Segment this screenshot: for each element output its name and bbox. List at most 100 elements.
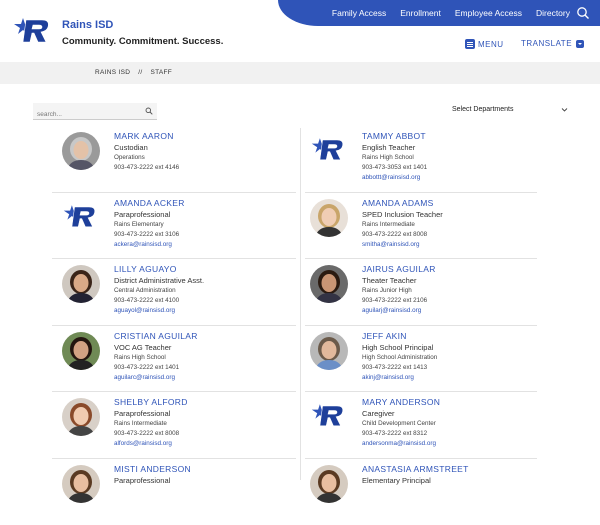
staff-email[interactable]: alfords@rainsisd.org xyxy=(114,440,188,447)
staff-phone: 903-473-2222 ext 4100 xyxy=(114,297,180,304)
staff-title: SPED Inclusion Teacher xyxy=(362,209,443,219)
staff-card: MARK AARON Custodian Operations 903-473-222… xyxy=(52,126,300,192)
staff-info: AMANDA ADAMS SPED Inclusion Teacher Rains … xyxy=(362,198,443,248)
staff-info: MISTI ANDERSON Paraprofessional xyxy=(114,464,191,487)
staff-location: Rains Elementary xyxy=(114,220,164,228)
staff-email[interactable]: aguilarc@rainsisd.org xyxy=(114,374,198,381)
staff-card: MISTI ANDERSON Paraprofessional xyxy=(52,459,300,525)
staff-info: TAMMY ABBOT English Teacher Rains High Sch… xyxy=(362,131,427,181)
staff-phone: 903-473-2222 ext 8312 xyxy=(362,430,428,437)
staff-email[interactable]: smitha@rainsisd.org xyxy=(362,241,443,248)
hamburger-icon xyxy=(465,39,475,49)
staff-title: Custodian xyxy=(114,143,148,152)
staff-email[interactable]: andersonma@rainsisd.org xyxy=(362,440,440,447)
staff-info: ANASTASIA ARMSTREET Elementary Principal xyxy=(362,464,469,487)
staff-title: Theater Teacher xyxy=(362,276,417,285)
staff-location: Rains Intermediate xyxy=(362,220,415,228)
staff-location: Rains Junior High xyxy=(362,287,412,294)
rains-logo-icon xyxy=(62,201,98,231)
staff-name[interactable]: JAIRUS AGUILAR xyxy=(362,264,436,274)
staff-card: TAMMY ABBOT English Teacher Rains High Sch… xyxy=(300,126,548,192)
department-select-value: Select Departments xyxy=(452,105,514,113)
staff-location: Rains High School xyxy=(362,154,414,161)
top-nav: Family Access Enrollment Employee Access… xyxy=(318,0,570,26)
staff-search-input[interactable] xyxy=(33,106,137,123)
staff-title: Caregiver xyxy=(362,409,395,418)
staff-name[interactable]: MARK AARON xyxy=(114,131,179,141)
staff-photo xyxy=(310,198,348,237)
staff-location: Rains High School xyxy=(114,353,166,361)
staff-card: JAIRUS AGUILAR Theater Teacher Rains Junio… xyxy=(300,259,548,325)
staff-name[interactable]: TAMMY ABBOT xyxy=(362,131,427,141)
staff-location: Child Development Center xyxy=(362,420,436,427)
staff-phone: 903-473-2222 ext 2106 xyxy=(362,297,428,304)
staff-phone: 903-473-2222 ext 8008 xyxy=(362,230,428,238)
staff-location: Operations xyxy=(114,154,145,161)
staff-card: SHELBY ALFORD Paraprofessional Rains Inter… xyxy=(52,392,300,458)
staff-info: JEFF AKIN High School Principal High Schoo… xyxy=(362,331,437,381)
staff-photo xyxy=(62,331,100,370)
breadcrumb-current: STAFF xyxy=(150,69,173,76)
rains-logo-icon xyxy=(310,400,346,430)
menu-button[interactable]: MENU xyxy=(465,39,504,49)
search-icon[interactable] xyxy=(576,6,590,20)
site-name[interactable]: Rains ISD xyxy=(62,19,113,31)
translate-button[interactable]: TRANSLATE xyxy=(521,39,585,48)
nav-employee-access[interactable]: Employee Access xyxy=(455,8,522,18)
staff-info: SHELBY ALFORD Paraprofessional Rains Inter… xyxy=(114,397,188,447)
staff-name[interactable]: SHELBY ALFORD xyxy=(114,397,188,407)
breadcrumb-bar: RAINS ISD // STAFF xyxy=(0,62,600,84)
staff-title: Paraprofessional xyxy=(114,475,171,485)
staff-phone: 903-473-2222 ext 1401 xyxy=(114,363,180,371)
staff-email[interactable]: ackera@rainsisd.org xyxy=(114,241,185,248)
staff-title: Paraprofessional xyxy=(114,409,171,418)
staff-title: Paraprofessional xyxy=(114,209,171,219)
staff-email[interactable]: abbottt@rainsisd.org xyxy=(362,174,427,181)
staff-photo xyxy=(62,398,100,436)
department-select[interactable]: Select Departments xyxy=(452,101,568,117)
search-icon[interactable] xyxy=(145,107,153,115)
staff-email[interactable]: aguilarj@rainsisd.org xyxy=(362,307,436,314)
rains-logo-icon xyxy=(310,134,346,164)
nav-directory[interactable]: Directory xyxy=(536,8,570,18)
staff-card: CRISTIAN AGUILAR VOC AG Teacher Rains High… xyxy=(52,326,300,392)
breadcrumb-home[interactable]: RAINS ISD xyxy=(95,69,130,76)
rains-logo-icon[interactable] xyxy=(12,14,52,46)
translate-label: TRANSLATE xyxy=(521,39,573,48)
site-tagline: Community. Commitment. Success. xyxy=(62,36,224,47)
staff-phone: 903-473-2222 ext 4146 xyxy=(114,164,180,171)
staff-info: CRISTIAN AGUILAR VOC AG Teacher Rains High… xyxy=(114,331,198,381)
staff-name[interactable]: MARY ANDERSON xyxy=(362,397,440,407)
staff-title: English Teacher xyxy=(362,143,416,152)
staff-name[interactable]: CRISTIAN AGUILAR xyxy=(114,331,198,341)
staff-location: Central Administration xyxy=(114,287,176,294)
staff-phone: 903-473-2222 ext 3106 xyxy=(114,230,180,238)
staff-title: District Administrative Asst. xyxy=(114,276,205,285)
menu-label: MENU xyxy=(478,39,504,49)
breadcrumb-separator: // xyxy=(138,69,143,76)
staff-title: Elementary Principal xyxy=(362,475,431,485)
staff-info: LILLY AGUAYO District Administrative Asst… xyxy=(114,264,204,314)
staff-card: MARY ANDERSON Caregiver Child Development … xyxy=(300,392,548,458)
staff-name[interactable]: AMANDA ADAMS xyxy=(362,198,443,208)
staff-title: VOC AG Teacher xyxy=(114,342,172,352)
staff-title: High School Principal xyxy=(362,342,434,352)
staff-photo xyxy=(310,464,348,503)
staff-name[interactable]: AMANDA ACKER xyxy=(114,198,185,208)
staff-card: LILLY AGUAYO District Administrative Asst… xyxy=(52,259,300,325)
nav-family-access[interactable]: Family Access xyxy=(332,8,386,18)
staff-location: Rains Intermediate xyxy=(114,420,167,427)
staff-name[interactable]: JEFF AKIN xyxy=(362,331,437,341)
staff-search xyxy=(33,103,157,123)
staff-email[interactable]: akinj@rainsisd.org xyxy=(362,374,437,381)
staff-name[interactable]: MISTI ANDERSON xyxy=(114,464,191,474)
staff-email[interactable]: aguayol@rainsisd.org xyxy=(114,307,204,314)
staff-name[interactable]: ANASTASIA ARMSTREET xyxy=(362,464,469,474)
staff-photo xyxy=(310,265,348,303)
staff-info: MARY ANDERSON Caregiver Child Development … xyxy=(362,397,440,447)
staff-name[interactable]: LILLY AGUAYO xyxy=(114,264,204,274)
staff-card: JEFF AKIN High School Principal High Schoo… xyxy=(300,326,548,392)
top-nav-bar: Family Access Enrollment Employee Access… xyxy=(278,0,600,26)
staff-photo xyxy=(62,132,100,170)
nav-enrollment[interactable]: Enrollment xyxy=(400,8,441,18)
